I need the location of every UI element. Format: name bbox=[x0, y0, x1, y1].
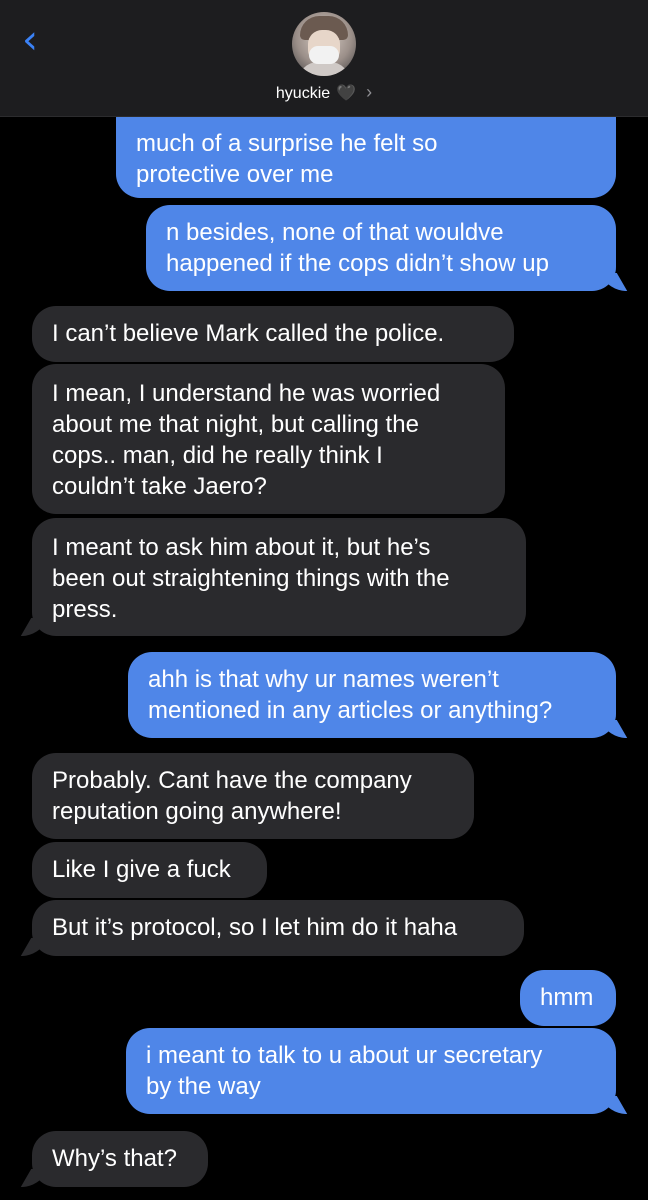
message-line: reputation going anywhere! bbox=[52, 798, 342, 825]
message-line: n besides, none of that wouldve bbox=[166, 219, 504, 246]
message-bubble-outgoing[interactable]: hmm bbox=[520, 970, 616, 1026]
conversation-header: ‹ hyuckie 🖤 › bbox=[0, 0, 648, 117]
message-line: much of a surprise he felt so bbox=[136, 130, 438, 157]
message-line: been out straightening things with the bbox=[52, 565, 450, 592]
message-bubble-incoming[interactable]: But it’s protocol, so I let him do it ha… bbox=[32, 900, 524, 956]
black-heart-icon: 🖤 bbox=[336, 85, 357, 102]
avatar-mask bbox=[309, 46, 339, 64]
contact-name-row[interactable]: hyuckie 🖤 › bbox=[0, 82, 648, 104]
message-line: Why’s that? bbox=[52, 1145, 177, 1172]
message-bubble-outgoing[interactable]: ahh is that why ur names weren’t mention… bbox=[128, 652, 616, 738]
message-line: about me that night, but calling the bbox=[52, 411, 419, 438]
message-line: hmm bbox=[540, 984, 594, 1011]
avatar-shirt bbox=[298, 62, 350, 76]
message-bubble-incoming[interactable]: I meant to ask him about it, but he’s be… bbox=[32, 518, 526, 636]
message-line: press. bbox=[52, 596, 118, 623]
contact-avatar[interactable] bbox=[292, 12, 356, 76]
message-line: I can’t believe Mark called the police. bbox=[52, 320, 445, 347]
message-line: couldn’t take Jaero? bbox=[52, 473, 267, 500]
message-line: Probably. Cant have the company bbox=[52, 767, 412, 794]
message-line: I mean, I understand he was worried bbox=[52, 380, 441, 407]
message-line: But it’s protocol, so I let him do it ha… bbox=[52, 914, 458, 941]
message-line: I meant to ask him about it, but he’s bbox=[52, 534, 431, 561]
message-bubble-incoming[interactable]: I can’t believe Mark called the police. bbox=[32, 306, 514, 362]
message-bubble-incoming[interactable]: Probably. Cant have the company reputati… bbox=[32, 753, 474, 839]
message-line: by the way bbox=[146, 1073, 261, 1100]
message-line: protective over me bbox=[136, 161, 334, 188]
message-bubble-incoming[interactable]: I mean, I understand he was worried abou… bbox=[32, 364, 505, 514]
message-line: Like I give a fuck bbox=[52, 856, 231, 883]
message-line: i meant to talk to u about ur secretary bbox=[146, 1042, 543, 1069]
contact-name: hyuckie bbox=[275, 85, 331, 102]
back-chevron-icon[interactable]: ‹ bbox=[22, 20, 62, 60]
message-bubble-incoming[interactable]: Like I give a fuck bbox=[32, 842, 267, 898]
message-line: happened if the cops didn’t show up bbox=[166, 250, 549, 277]
message-line: mentioned in any articles or anything? bbox=[148, 697, 553, 724]
message-line: ahh is that why ur names weren’t bbox=[148, 666, 499, 693]
chevron-right-icon: › bbox=[366, 82, 373, 102]
message-bubble-outgoing[interactable]: i meant to talk to u about ur secretary … bbox=[126, 1028, 616, 1114]
message-bubble-outgoing[interactable]: n besides, none of that wouldve happened… bbox=[146, 205, 616, 291]
message-bubble-incoming[interactable]: Why’s that? bbox=[32, 1131, 208, 1187]
message-line: cops.. man, did he really think I bbox=[52, 442, 383, 469]
